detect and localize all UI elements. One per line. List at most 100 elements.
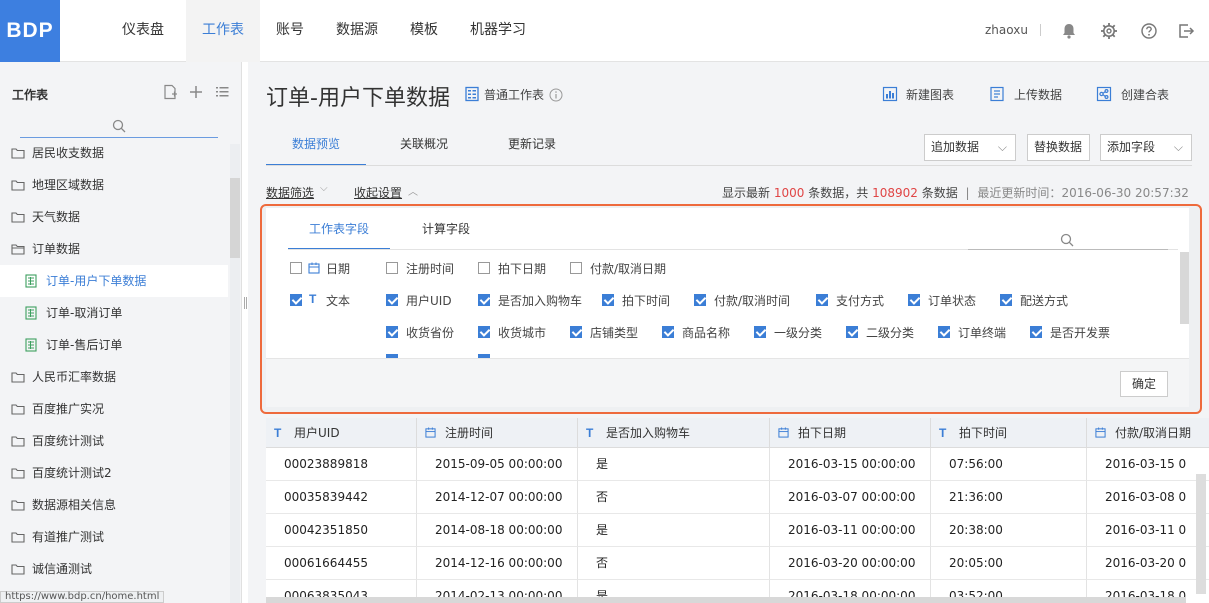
bdp-logo[interactable]: BDP	[0, 0, 60, 62]
nav-machine-learning[interactable]: 机器学习	[462, 0, 534, 62]
text-group-label[interactable]: 文本	[326, 292, 350, 309]
text-field-checkbox[interactable]	[478, 326, 490, 338]
text-field-checkbox[interactable]	[1000, 294, 1012, 306]
logout-icon[interactable]	[1177, 22, 1195, 40]
text-field-checkbox[interactable]	[816, 294, 828, 306]
text-field-label[interactable]: 二级分类	[866, 324, 914, 341]
text-field-label[interactable]: 收货城市	[498, 324, 546, 341]
column-header[interactable]: 付款/取消日期	[1087, 418, 1209, 448]
date-field-label[interactable]: 注册时间	[406, 260, 454, 277]
text-field-checkbox[interactable]	[694, 294, 706, 306]
text-field-label[interactable]: 配送方式	[1020, 292, 1068, 309]
text-field-label[interactable]: 拍下时间	[622, 292, 670, 309]
sidebar-resize-handle[interactable]	[244, 297, 247, 309]
nav-dashboard[interactable]: 仪表盘	[112, 0, 174, 62]
new-chart-icon[interactable]	[882, 86, 898, 102]
sidebar-search-input[interactable]	[20, 116, 218, 138]
text-field-checkbox[interactable]	[846, 326, 858, 338]
date-field-label[interactable]: 拍下日期	[498, 260, 546, 277]
sidebar-folder-item[interactable]: 居民收支数据	[0, 137, 228, 169]
table-horizontal-scrollbar[interactable]	[266, 597, 1186, 603]
upload-data-button[interactable]: 上传数据	[1014, 86, 1062, 103]
gear-icon[interactable]	[1100, 22, 1118, 40]
column-header[interactable]: T 拍下时间	[931, 418, 1087, 448]
sidebar-folder-item[interactable]: 地理区域数据	[0, 169, 228, 201]
text-field-label[interactable]: 店铺类型	[590, 324, 638, 341]
date-group-label[interactable]: 日期	[326, 260, 350, 277]
panel-scrollbar[interactable]	[1180, 252, 1189, 324]
text-group-checkbox[interactable]	[290, 294, 302, 306]
merge-table-icon[interactable]	[1096, 86, 1112, 102]
nav-worksheet[interactable]: 工作表	[186, 0, 260, 62]
chevron-down-icon[interactable]: ⌵	[320, 183, 328, 194]
table-vertical-scrollbar[interactable]	[1196, 474, 1206, 594]
sidebar-folder-item[interactable]: 订单数据	[0, 233, 228, 265]
tab-relations[interactable]: 关联概况	[374, 122, 474, 166]
text-field-label[interactable]: 订单终端	[958, 324, 1006, 341]
sidebar-folder-item[interactable]: 百度推广实况	[0, 393, 228, 425]
add-icon[interactable]	[188, 84, 204, 100]
column-header[interactable]: T 是否加入购物车	[578, 418, 770, 448]
sidebar-folder-item[interactable]: 天气数据	[0, 201, 228, 233]
info-icon[interactable]	[549, 88, 563, 102]
upload-data-icon[interactable]	[989, 86, 1005, 102]
new-sheet-icon[interactable]	[162, 84, 178, 100]
text-field-checkbox[interactable]	[602, 294, 614, 306]
text-field-label[interactable]: 付款/取消时间	[714, 292, 790, 309]
new-chart-button[interactable]: 新建图表	[906, 86, 954, 103]
date-field-checkbox[interactable]	[570, 262, 582, 274]
text-field-label[interactable]: 用户UID	[406, 292, 452, 309]
sidebar-scrollbar[interactable]	[230, 178, 240, 258]
sidebar-sheet-item[interactable]: 订单-取消订单	[0, 297, 228, 329]
sidebar-folder-item[interactable]: 百度统计测试2	[0, 457, 228, 489]
text-field-checkbox[interactable]	[386, 294, 398, 306]
tab-calculated-fields[interactable]: 计算字段	[406, 220, 486, 250]
text-field-checkbox[interactable]	[754, 326, 766, 338]
column-header[interactable]: 拍下日期	[770, 418, 931, 448]
add-field-dropdown[interactable]: 添加字段 ⌵	[1100, 134, 1192, 161]
tab-sheet-fields[interactable]: 工作表字段	[288, 220, 390, 250]
column-header[interactable]: 注册时间	[417, 418, 578, 448]
sidebar-folder-item[interactable]: 诚信通测试	[0, 553, 228, 585]
sidebar-folder-item[interactable]: 百度统计测试	[0, 425, 228, 457]
text-field-label[interactable]: 收货省份	[406, 324, 454, 341]
text-field-label[interactable]: 是否加入购物车	[498, 292, 582, 309]
text-field-checkbox[interactable]	[570, 326, 582, 338]
text-field-label[interactable]: 商品名称	[682, 324, 730, 341]
tab-update-log[interactable]: 更新记录	[482, 122, 582, 166]
collapse-settings-link[interactable]: 收起设置	[354, 184, 402, 201]
column-header[interactable]: T 用户UID	[266, 418, 417, 448]
username[interactable]: zhaoxu	[985, 0, 1028, 60]
sidebar-sheet-item[interactable]: 订单-用户下单数据	[0, 265, 228, 297]
date-field-checkbox[interactable]	[386, 262, 398, 274]
sidebar-folder-item[interactable]: 数据源相关信息	[0, 489, 228, 521]
sidebar-sheet-item[interactable]: 订单-售后订单	[0, 329, 228, 361]
nav-account[interactable]: 账号	[262, 0, 318, 62]
date-field-label[interactable]: 付款/取消日期	[590, 260, 666, 277]
text-field-checkbox[interactable]	[386, 326, 398, 338]
nav-template[interactable]: 模板	[396, 0, 452, 62]
text-field-checkbox[interactable]	[662, 326, 674, 338]
chevron-up-icon[interactable]: ︿	[408, 183, 418, 198]
text-field-checkbox[interactable]	[908, 294, 920, 306]
text-field-checkbox[interactable]	[1030, 326, 1042, 338]
sidebar-folder-item[interactable]: 人民币汇率数据	[0, 361, 228, 393]
text-field-label[interactable]: 订单状态	[928, 292, 976, 309]
confirm-button[interactable]: 确定	[1120, 371, 1168, 397]
text-field-label[interactable]: 一级分类	[774, 324, 822, 341]
date-group-checkbox[interactable]	[290, 262, 302, 274]
merge-table-button[interactable]: 创建合表	[1121, 86, 1169, 103]
text-field-label[interactable]: 是否开发票	[1050, 324, 1110, 341]
bell-icon[interactable]	[1060, 22, 1078, 40]
field-search-input[interactable]	[968, 230, 1168, 250]
tab-data-preview[interactable]: 数据预览	[266, 122, 366, 166]
append-data-dropdown[interactable]: 追加数据 ⌵	[924, 134, 1016, 161]
replace-data-button[interactable]: 替换数据	[1027, 134, 1090, 161]
help-icon[interactable]	[1140, 22, 1158, 40]
text-field-checkbox[interactable]	[938, 326, 950, 338]
text-field-checkbox[interactable]	[478, 294, 490, 306]
list-icon[interactable]	[214, 84, 230, 100]
text-field-label[interactable]: 支付方式	[836, 292, 884, 309]
data-filter-link[interactable]: 数据筛选	[266, 184, 314, 201]
date-field-checkbox[interactable]	[478, 262, 490, 274]
